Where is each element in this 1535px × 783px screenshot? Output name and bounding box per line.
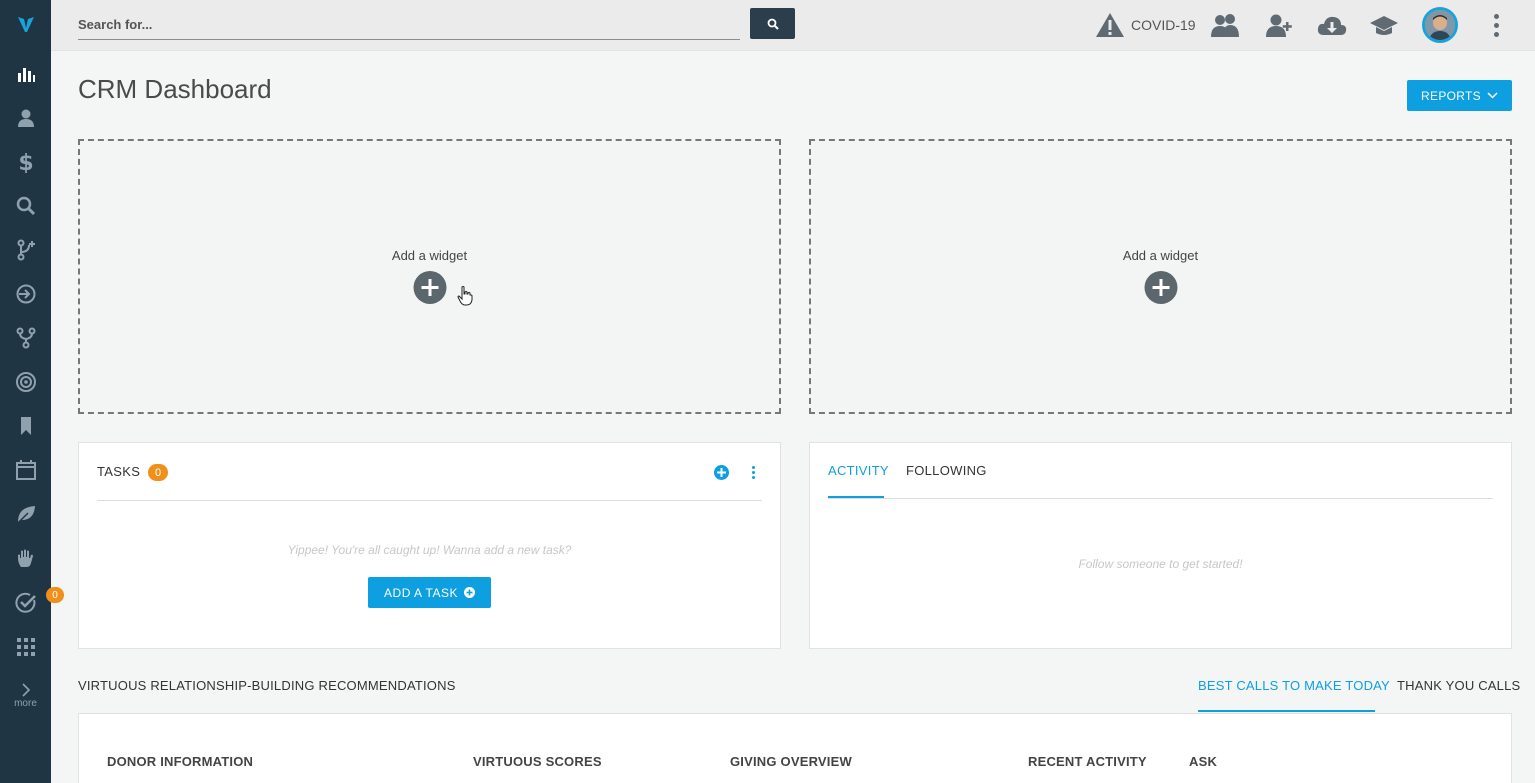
plus-icon — [421, 279, 438, 296]
more-menu-button[interactable] — [1486, 11, 1506, 39]
sidebar-tasks-badge: 0 — [46, 587, 64, 603]
kebab-dot — [1493, 22, 1499, 28]
branch-icon — [16, 327, 35, 349]
column-header-donor-information: DONOR INFORMATION — [107, 754, 254, 769]
sidebar-item-goals[interactable] — [0, 362, 51, 402]
sidebar-item-search[interactable] — [0, 186, 51, 226]
kebab-dot — [751, 471, 755, 474]
tasks-title: TASKS — [97, 464, 141, 479]
contacts-icon — [17, 109, 34, 127]
search-icon — [767, 18, 779, 30]
add-task-label: ADD A TASK — [384, 585, 458, 600]
bookmark-icon — [20, 417, 31, 435]
hand-icon — [17, 549, 33, 567]
kebab-dot — [1493, 31, 1499, 37]
tab-activity[interactable]: ACTIVITY — [828, 463, 889, 478]
recommendations-table: DONOR INFORMATION VIRTUOUS SCORES GIVING… — [78, 713, 1512, 783]
target-icon — [15, 372, 36, 392]
sidebar-item-dashboard[interactable] — [0, 54, 51, 94]
dollar-icon: $ — [18, 151, 33, 173]
plus-circle-icon — [463, 587, 475, 598]
column-header-recent-activity: RECENT ACTIVITY — [1028, 754, 1147, 769]
tasks-menu-button[interactable] — [749, 464, 757, 481]
search-button[interactable] — [750, 8, 795, 39]
add-task-icon-button[interactable] — [714, 465, 729, 480]
recommendations-title: VIRTUOUS RELATIONSHIP-BUILDING RECOMMEND… — [78, 678, 456, 693]
search-input[interactable] — [78, 10, 740, 40]
sidebar-item-apps[interactable] — [0, 627, 51, 667]
dashboard-icon — [17, 68, 35, 82]
tasks-card: TASKS 0 Yippee! You're all caught up! Wa… — [78, 442, 781, 649]
sidebar: $ 0 more — [0, 0, 64, 783]
tasks-check-icon — [14, 592, 36, 613]
column-header-ask: ASK — [1189, 754, 1218, 769]
workflow-icon — [17, 239, 35, 261]
tasks-empty-text: Yippee! You're all caught up! Wanna add … — [287, 543, 572, 557]
add-widget-label: Add a widget — [1122, 248, 1199, 263]
sidebar-item-bookmarks[interactable] — [0, 406, 51, 446]
add-contact-button[interactable] — [1263, 11, 1295, 39]
svg-text:$: $ — [18, 151, 33, 173]
plus-icon — [1152, 279, 1169, 296]
activity-card: ACTIVITY FOLLOWING Follow someone to get… — [809, 442, 1512, 649]
learning-button[interactable] — [1368, 11, 1400, 39]
sidebar-more-label: more — [14, 698, 37, 709]
group-icon — [1211, 14, 1239, 37]
top-bar: COVID-19 — [51, 0, 1535, 51]
widget-slot-left: Add a widget — [78, 139, 781, 414]
tab-thank-you-calls[interactable]: THANK YOU CALLS — [1397, 678, 1520, 693]
chevron-right-icon — [21, 683, 30, 697]
plus-icon — [717, 468, 726, 477]
hand-cursor-icon — [457, 286, 473, 306]
sidebar-item-volunteer[interactable] — [0, 538, 51, 578]
sidebar-item-contacts[interactable] — [0, 98, 51, 138]
warning-icon — [1096, 13, 1124, 37]
user-avatar[interactable] — [1422, 7, 1458, 43]
sidebar-item-leaf[interactable] — [0, 494, 51, 534]
add-task-button[interactable]: ADD A TASK — [368, 577, 491, 608]
tab-best-calls[interactable]: BEST CALLS TO MAKE TODAY — [1198, 678, 1390, 693]
graduation-cap-icon — [1370, 16, 1398, 35]
reports-label: REPORTS — [1421, 88, 1481, 103]
add-user-icon — [1266, 14, 1292, 37]
sidebar-item-tasks[interactable] — [0, 583, 51, 623]
households-button[interactable] — [1209, 11, 1241, 39]
active-tab-underline — [1198, 710, 1375, 712]
calendar-icon — [15, 460, 36, 480]
add-widget-button[interactable] — [1144, 271, 1177, 304]
divider — [97, 500, 762, 501]
widget-slot-right: Add a widget — [809, 139, 1512, 414]
activity-empty-text: Follow someone to get started! — [1078, 557, 1243, 571]
kebab-dot — [751, 466, 755, 469]
sidebar-item-giving[interactable]: $ — [0, 142, 51, 182]
import-icon — [16, 284, 35, 304]
download-button[interactable] — [1316, 11, 1348, 39]
sidebar-more[interactable]: more — [0, 680, 51, 720]
page-title: CRM Dashboard — [78, 74, 272, 104]
tab-following[interactable]: FOLLOWING — [906, 463, 987, 478]
column-header-giving-overview: GIVING OVERVIEW — [730, 754, 852, 769]
column-header-virtuous-scores: VIRTUOUS SCORES — [473, 754, 602, 769]
sidebar-item-import[interactable] — [0, 274, 51, 314]
sidebar-item-workflows[interactable] — [0, 230, 51, 270]
search-icon — [16, 196, 35, 216]
chevron-down-icon — [1487, 92, 1498, 99]
reports-dropdown-button[interactable]: REPORTS — [1407, 80, 1512, 111]
covid-label: COVID-19 — [1131, 17, 1196, 33]
leaf-icon — [16, 506, 35, 524]
cloud-download-icon — [1317, 16, 1347, 35]
add-widget-button[interactable] — [413, 271, 446, 304]
avatar-photo-icon — [1425, 10, 1455, 40]
add-widget-label: Add a widget — [391, 248, 468, 263]
apps-grid-icon — [16, 638, 35, 656]
virtuous-logo-icon[interactable] — [0, 0, 51, 48]
kebab-dot — [1493, 13, 1499, 19]
kebab-dot — [751, 476, 755, 479]
divider — [828, 498, 1493, 499]
sidebar-item-calendar[interactable] — [0, 450, 51, 490]
tasks-count-badge: 0 — [148, 464, 168, 481]
sidebar-item-branches[interactable] — [0, 318, 51, 358]
covid-link[interactable]: COVID-19 — [1095, 10, 1196, 40]
